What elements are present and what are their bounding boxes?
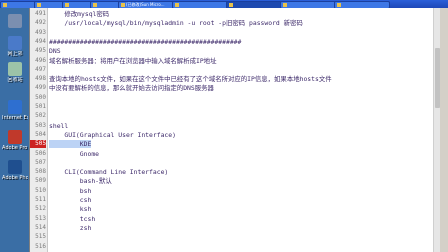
code-line[interactable]: KDE bbox=[49, 140, 92, 149]
line-number: 502 bbox=[35, 112, 46, 120]
taskbar-item[interactable] bbox=[0, 1, 36, 8]
code-line[interactable]: 查询本地的hosts文件，如果在这个文件中已经有了这个域名所对应的IP信息，如果… bbox=[49, 75, 332, 83]
desktop-app-icon bbox=[8, 14, 22, 28]
app-icon bbox=[337, 3, 341, 7]
code-line[interactable]: /usr/local/mysql/bin/mysqladmin -u root … bbox=[49, 19, 302, 27]
desktop-icon-label: 回收站 bbox=[7, 77, 23, 83]
taskbar-item[interactable] bbox=[90, 1, 120, 8]
code-line[interactable]: shell bbox=[49, 122, 68, 130]
desktop-app-icon bbox=[8, 160, 22, 174]
taskbar-item[interactable]: (已修改)Sun Micro... bbox=[118, 1, 174, 8]
app-icon bbox=[121, 3, 125, 7]
app-icon bbox=[229, 3, 233, 7]
line-number: 513 bbox=[35, 214, 46, 222]
line-number: 501 bbox=[35, 103, 46, 110]
taskbar-item[interactable] bbox=[34, 1, 64, 8]
line-number: 494 bbox=[35, 37, 46, 45]
code-line[interactable]: GUI(Graphical User Interface) bbox=[49, 131, 176, 139]
code-line[interactable]: Gnome bbox=[49, 150, 99, 158]
code-line[interactable]: tcsh bbox=[49, 215, 95, 223]
code-line[interactable]: CLI(Command Line Interface) bbox=[49, 168, 168, 176]
line-number-gutter: 491 492 493 494 495 496 497 498 499 500 501 502 503 5… bbox=[30, 8, 48, 252]
line-number: 491 bbox=[35, 10, 46, 17]
line-number: 514 bbox=[35, 223, 46, 231]
desktop-icon[interactable]: 网上邻 bbox=[2, 36, 28, 57]
code-line[interactable]: zsh bbox=[49, 224, 92, 232]
line-number: 516 bbox=[35, 242, 46, 250]
desktop-icon[interactable] bbox=[2, 14, 28, 29]
taskbar: (已修改)Sun Micro... bbox=[0, 0, 448, 8]
taskbar-item-label: (已修改)Sun Micro... bbox=[126, 2, 165, 7]
line-number: 500 bbox=[35, 93, 46, 101]
code-line[interactable]: csh bbox=[49, 196, 92, 204]
desktop-app-icon bbox=[8, 62, 22, 76]
code-line[interactable]: 中没有要解析的信息，那么就开始去访问指定的DNS服务器 bbox=[49, 84, 214, 92]
taskbar-item[interactable] bbox=[334, 1, 390, 8]
taskbar-item[interactable] bbox=[280, 1, 336, 8]
line-number: 504 bbox=[35, 130, 46, 138]
taskbar-item[interactable] bbox=[62, 1, 92, 8]
line-number: 507 bbox=[35, 158, 46, 166]
code-line[interactable]: DNS bbox=[49, 47, 61, 55]
code-line[interactable]: bsh bbox=[49, 187, 92, 195]
desktop-icon[interactable]: Adobe Pro Professi bbox=[2, 130, 28, 151]
taskbar-item[interactable] bbox=[172, 1, 228, 8]
desktop-icon[interactable]: Internet Explo bbox=[2, 100, 28, 121]
code-line[interactable]: ksh bbox=[49, 205, 92, 213]
desktop-app-icon bbox=[8, 100, 22, 114]
line-number: 506 bbox=[35, 149, 46, 157]
desktop-icon-label: Adobe Pro Professi bbox=[2, 145, 28, 151]
line-number: 499 bbox=[35, 84, 46, 92]
code-line[interactable]: 修改mysql密码 bbox=[49, 10, 109, 18]
app-icon bbox=[3, 3, 7, 7]
code-line[interactable]: ########################################… bbox=[49, 38, 241, 46]
desktop-icon-label: Adobe Photosh bbox=[2, 175, 28, 181]
app-icon bbox=[283, 3, 287, 7]
window-edge bbox=[440, 8, 448, 252]
text-editor-window[interactable]: 491 492 493 494 495 496 497 498 499 500 501 502 503 5… bbox=[29, 8, 441, 252]
line-number: 515 bbox=[35, 233, 46, 241]
app-icon bbox=[93, 3, 97, 7]
code-line[interactable]: bash-默认 bbox=[49, 177, 112, 185]
taskbar-item[interactable] bbox=[226, 1, 282, 8]
line-number: 503 bbox=[35, 121, 46, 129]
desktop-icon-label: 网上邻 bbox=[7, 51, 23, 57]
app-icon bbox=[175, 3, 179, 7]
line-number: 497 bbox=[35, 65, 46, 73]
line-number: 492 bbox=[35, 19, 46, 27]
code-line[interactable]: 域名解析服务器：将用户在浏览器中输入域名解析成IP地址 bbox=[49, 57, 216, 65]
line-number: 505 bbox=[30, 140, 46, 149]
line-number: 509 bbox=[35, 177, 46, 185]
line-number: 496 bbox=[35, 56, 46, 64]
line-number: 493 bbox=[35, 28, 46, 36]
desktop-app-icon bbox=[8, 130, 22, 144]
line-number: 495 bbox=[35, 47, 46, 55]
desktop-icon[interactable]: Adobe Photosh bbox=[2, 160, 28, 181]
line-number: 512 bbox=[35, 205, 46, 213]
line-number: 511 bbox=[35, 196, 46, 203]
desktop-icon[interactable]: 回收站 bbox=[2, 62, 28, 83]
desktop-icon-label: Internet Explo bbox=[2, 115, 28, 121]
app-icon bbox=[37, 3, 41, 7]
line-number: 508 bbox=[35, 168, 46, 176]
app-icon bbox=[65, 3, 69, 7]
line-number: 510 bbox=[35, 186, 46, 194]
desktop-app-icon bbox=[8, 36, 22, 50]
line-number: 498 bbox=[35, 75, 46, 83]
